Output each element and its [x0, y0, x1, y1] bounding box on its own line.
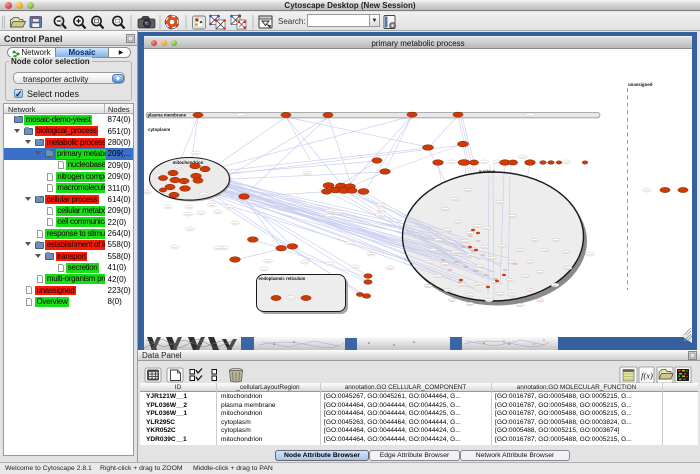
svg-text:cytoplasm: cytoplasm	[148, 127, 170, 132]
svg-text:unassigned: unassigned	[628, 82, 653, 87]
svg-text:plasma membrane: plasma membrane	[148, 113, 187, 118]
svg-text:nucleus: nucleus	[478, 169, 496, 174]
svg-text:endoplasmic reticulum: endoplasmic reticulum	[259, 276, 306, 281]
svg-text:f(x): f(x)	[641, 371, 653, 381]
